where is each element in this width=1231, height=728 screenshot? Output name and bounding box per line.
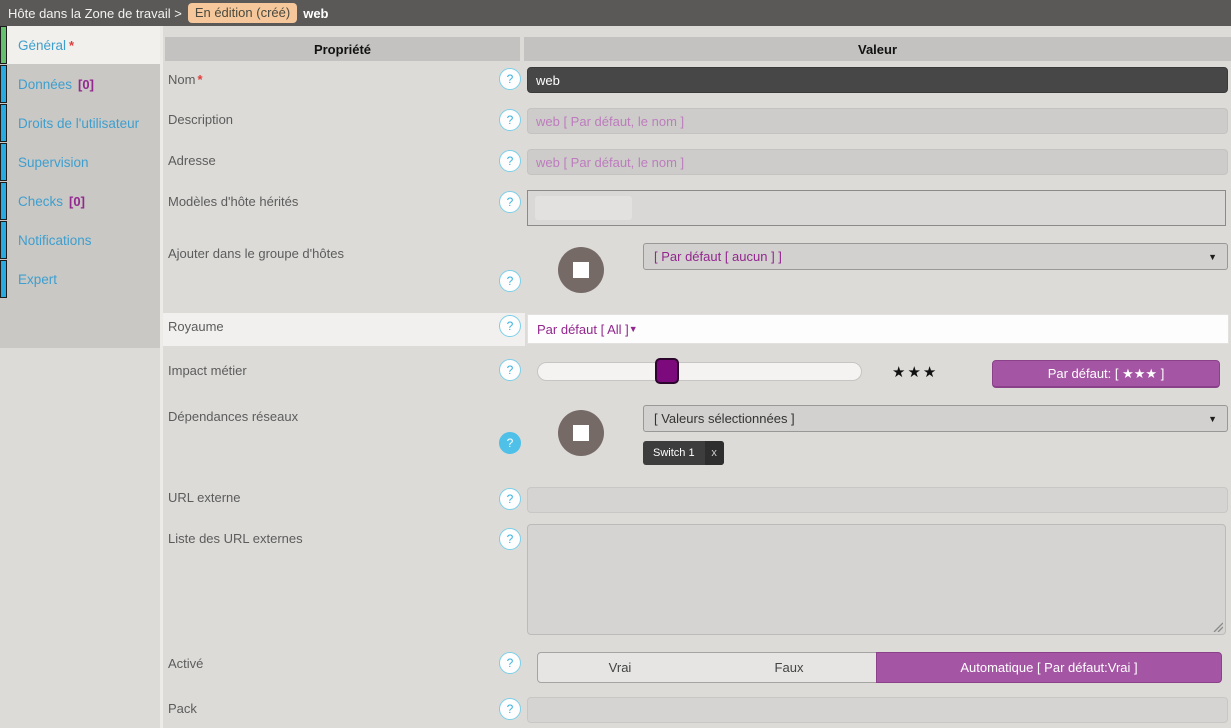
field-label-impact: Impact métier — [168, 363, 247, 378]
tag-remove-icon[interactable]: x — [705, 441, 724, 465]
help-icon[interactable]: ? — [499, 652, 521, 674]
chevron-down-icon: ▼ — [1208, 252, 1217, 262]
tag-label: Switch 1 — [643, 447, 705, 459]
impact-default-button[interactable]: Par défaut: [ ★★★ ] — [992, 360, 1220, 388]
chevron-down-icon: ▼ — [629, 324, 638, 334]
active-tab-indicator — [0, 26, 7, 64]
sidebar-tab-label: Notifications — [18, 233, 92, 248]
active-option-automatique[interactable]: Automatique [ Par défaut:Vrai ] — [876, 652, 1222, 683]
label-text: Nom — [168, 72, 195, 87]
required-marker: * — [197, 72, 202, 87]
tab-indicator — [0, 182, 7, 220]
help-icon[interactable]: ? — [499, 698, 521, 720]
column-header-property: Propriété — [165, 37, 520, 61]
tab-indicator — [0, 260, 7, 298]
help-icon[interactable]: ? — [499, 528, 521, 550]
help-icon[interactable]: ? — [499, 109, 521, 131]
tab-indicator — [0, 65, 7, 103]
groupe-dropdown[interactable]: [ Par défaut [ aucun ] ] ▼ — [643, 243, 1228, 270]
host-edit-page: Hôte dans la Zone de travail > En éditio… — [0, 0, 1231, 728]
field-label-pack: Pack — [168, 701, 197, 716]
help-icon[interactable]: ? — [499, 150, 521, 172]
chevron-down-icon: ▼ — [1208, 414, 1217, 424]
groupe-null-toggle-button[interactable] — [558, 247, 604, 293]
adresse-input[interactable] — [527, 149, 1228, 175]
status-badge: En édition (créé) — [188, 3, 297, 23]
field-label-modeles: Modèles d'hôte hérités — [168, 194, 298, 209]
field-label-description: Description — [168, 112, 233, 127]
field-label-active: Activé — [168, 656, 203, 671]
tab-indicator — [0, 221, 7, 259]
help-icon[interactable]: ? — [499, 315, 521, 337]
help-icon[interactable]: ? — [499, 191, 521, 213]
field-label-dependances: Dépendances réseaux — [168, 409, 298, 424]
sidebar-tab-label: Checks — [18, 194, 63, 209]
modeles-tag-input[interactable] — [527, 190, 1226, 226]
active-option-faux[interactable]: Faux — [702, 652, 877, 683]
field-label-royaume: Royaume — [168, 319, 224, 334]
help-icon[interactable]: ? — [499, 488, 521, 510]
liste-url-textarea[interactable] — [527, 524, 1226, 635]
sidebar-tab-supervision[interactable]: Supervision — [0, 143, 160, 181]
url-externe-input[interactable] — [527, 487, 1228, 513]
field-label-adresse: Adresse — [168, 153, 216, 168]
sidebar-tab-label: Droits de l'utilisateur — [18, 116, 139, 131]
dependances-dropdown[interactable]: [ Valeurs sélectionnées ] ▼ — [643, 405, 1228, 432]
tab-indicator — [0, 104, 7, 142]
column-header-value: Valeur — [524, 37, 1231, 61]
impact-slider[interactable] — [537, 362, 862, 381]
required-marker: * — [69, 38, 74, 53]
sidebar-content-divider — [160, 26, 163, 728]
dropdown-value: [ Valeurs sélectionnées ] — [654, 411, 1208, 426]
sidebar-tab-label: Général — [18, 38, 66, 53]
field-label-liste-url: Liste des URL externes — [168, 531, 303, 546]
count-badge: [0] — [69, 194, 85, 209]
selected-tag-switch1: Switch 1 x — [643, 441, 724, 465]
checkbox-square-icon — [573, 262, 589, 278]
dropdown-value: [ Par défaut [ aucun ] ] — [654, 249, 1208, 264]
field-label-groupe: Ajouter dans le groupe d'hôtes — [168, 246, 344, 261]
field-label-url-externe: URL externe — [168, 490, 241, 505]
sidebar-tab-label: Données — [18, 77, 72, 92]
sidebar-tab-donnees[interactable]: Données [0] — [0, 65, 160, 103]
count-badge: [0] — [78, 77, 94, 92]
checkbox-square-icon — [573, 425, 589, 441]
nom-input[interactable] — [527, 67, 1228, 93]
royaume-select[interactable]: Par défaut [ All ] ▼ — [527, 314, 1229, 344]
impact-stars-value: ★★★ — [892, 363, 938, 381]
field-label-nom: Nom* — [168, 72, 203, 87]
pack-input[interactable] — [527, 697, 1228, 723]
help-icon[interactable]: ? — [499, 359, 521, 381]
impact-slider-handle[interactable] — [655, 358, 679, 384]
help-icon[interactable]: ? — [499, 270, 521, 292]
help-icon[interactable]: ? — [499, 432, 521, 454]
breadcrumb: Hôte dans la Zone de travail > — [8, 6, 182, 21]
tab-indicator — [0, 143, 7, 181]
sidebar-tab-label: Expert — [18, 272, 57, 287]
sidebar-tab-label: Supervision — [18, 155, 89, 170]
description-input[interactable] — [527, 108, 1228, 134]
sidebar-tab-droits[interactable]: Droits de l'utilisateur — [0, 104, 160, 142]
breadcrumb-bar: Hôte dans la Zone de travail > En éditio… — [0, 0, 1231, 26]
select-value: Par défaut [ All ] — [537, 322, 629, 337]
entity-name: web — [303, 6, 328, 21]
help-icon[interactable]: ? — [499, 68, 521, 90]
dependances-null-toggle-button[interactable] — [558, 410, 604, 456]
sidebar-tab-checks[interactable]: Checks [0] — [0, 182, 160, 220]
active-option-vrai[interactable]: Vrai — [537, 652, 703, 683]
sidebar-tab-expert[interactable]: Expert — [0, 260, 160, 298]
sidebar-tab-notifications[interactable]: Notifications — [0, 221, 160, 259]
sidebar-tab-general[interactable]: Général * — [0, 26, 160, 64]
modeles-input-chip[interactable] — [535, 196, 632, 220]
